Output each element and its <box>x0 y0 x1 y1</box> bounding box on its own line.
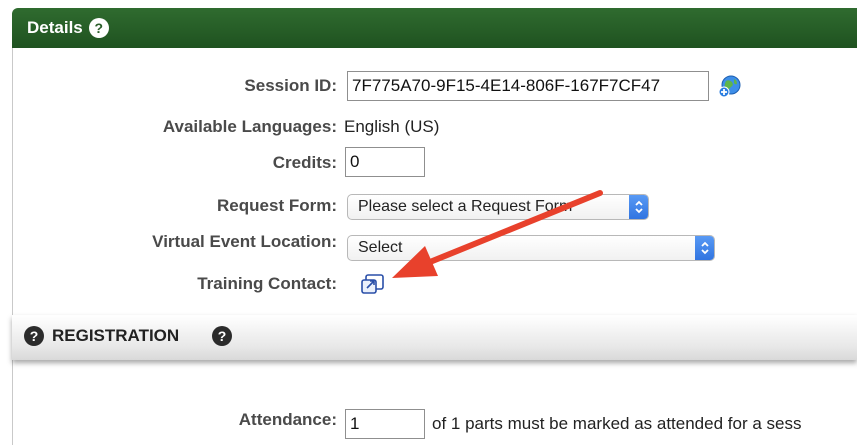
virtual-event-location-select[interactable]: Select <box>347 235 715 261</box>
open-external-icon[interactable] <box>360 272 386 296</box>
request-form-select[interactable]: Please select a Request Form <box>347 194 649 220</box>
virtual-event-location-selected: Select <box>358 239 403 256</box>
training-contact-label: Training Contact: <box>197 274 337 293</box>
registration-help-icon[interactable]: ? <box>24 326 44 346</box>
details-title: Details <box>27 18 83 37</box>
credits-input[interactable]: 0 <box>345 147 425 177</box>
registration-title: REGISTRATION <box>52 326 180 345</box>
available-languages-value: English (US) <box>344 117 440 136</box>
available-languages-label: Available Languages: <box>162 117 337 136</box>
globe-add-icon[interactable] <box>718 75 742 99</box>
session-id-label: Session ID: <box>244 76 337 95</box>
details-help-icon[interactable]: ? <box>88 18 109 38</box>
request-form-selected: Please select a Request Form <box>358 198 573 215</box>
virtual-event-location-label: Virtual Event Location: <box>152 232 337 251</box>
credits-label: Credits: <box>272 153 337 172</box>
request-form-label: Request Form: <box>217 196 337 215</box>
session-id-input[interactable]: 7F775A70-9F15-4E14-806F-167F7CF47 <box>347 71 709 101</box>
chevron-updown-icon <box>695 236 714 260</box>
attendance-input[interactable]: 1 <box>345 409 425 439</box>
chevron-updown-icon <box>629 195 648 219</box>
registration-help-icon-right[interactable]: ? <box>212 326 232 346</box>
details-header: Details ? <box>12 8 857 48</box>
attendance-description: of 1 parts must be marked as attended fo… <box>432 414 802 433</box>
attendance-label: Attendance: <box>238 410 337 429</box>
